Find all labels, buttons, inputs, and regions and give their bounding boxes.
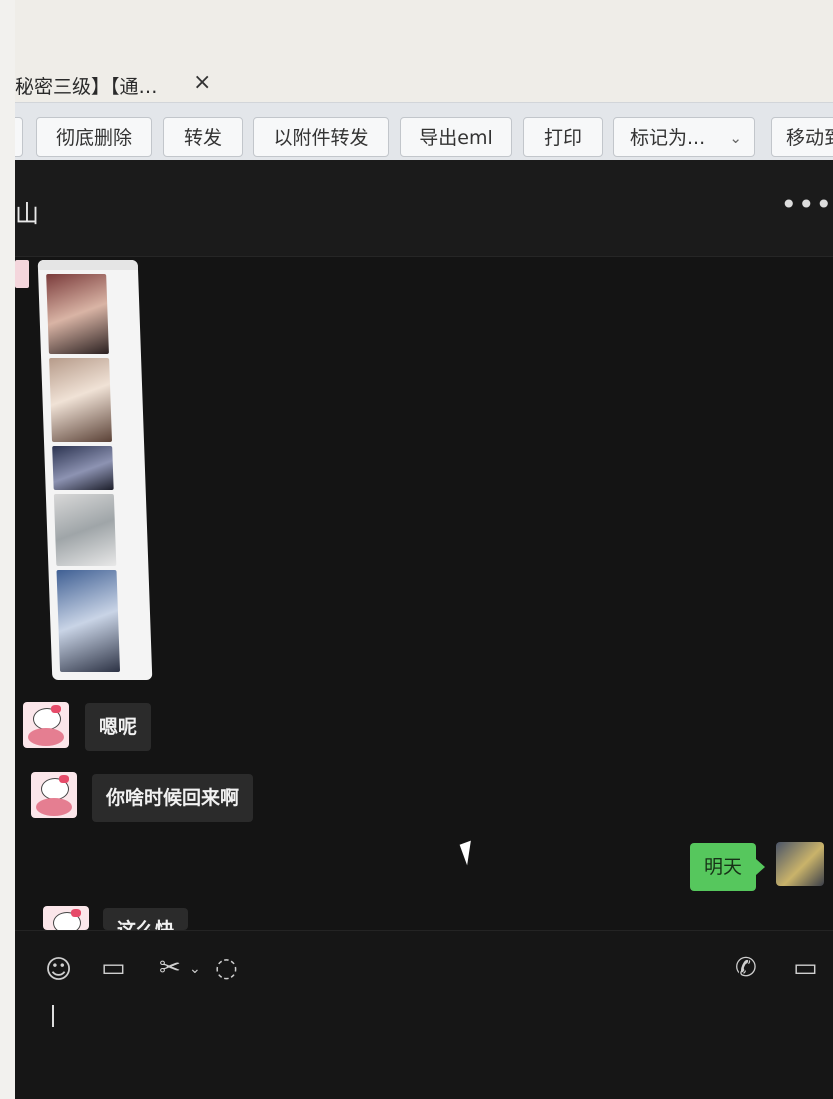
avatar[interactable] — [776, 842, 824, 886]
chat-bubble-icon[interactable]: ◌ — [215, 953, 238, 983]
more-options-icon[interactable]: ••• — [780, 188, 833, 221]
kitty-bow — [51, 705, 61, 713]
print-button[interactable]: 打印 — [523, 117, 603, 157]
avatar[interactable] — [15, 260, 29, 288]
chat-window: 山 ••• 嗯呢 你啥时候回来啊 明天 这么快 ☺ ▭ ✂ ⌄ ◌ ✆ ▭ — [15, 160, 833, 1099]
toolbar-button-partial[interactable] — [15, 117, 23, 157]
delete-permanently-button[interactable]: 彻底删除 — [36, 117, 152, 157]
chat-header: 山 ••• — [15, 160, 833, 257]
mark-as-dropdown[interactable]: 标记为... ⌄ — [613, 117, 755, 157]
video-icon[interactable]: ▭ — [793, 953, 818, 983]
collage-header — [37, 260, 139, 270]
tab-title[interactable]: 秘密三级】【通… — [15, 72, 158, 99]
message-bubble-incoming[interactable]: 这么快 — [103, 908, 189, 930]
message-bubble-incoming[interactable]: 嗯呢 — [85, 703, 152, 751]
mouse-cursor — [459, 840, 479, 866]
photo-thumbnail — [52, 446, 114, 490]
avatar[interactable] — [43, 906, 89, 930]
kitty-bow — [71, 909, 81, 917]
chevron-down-icon[interactable]: ⌄ — [189, 961, 201, 977]
folder-icon[interactable]: ▭ — [101, 953, 126, 983]
kitty-body — [36, 798, 72, 816]
forward-as-attachment-button[interactable]: 以附件转发 — [253, 117, 389, 157]
photo-thumbnail — [46, 274, 109, 354]
avatar[interactable] — [31, 772, 77, 818]
forward-button[interactable]: 转发 — [163, 117, 243, 157]
scissors-icon[interactable]: ✂ — [159, 953, 181, 983]
chevron-down-icon: ⌄ — [729, 129, 742, 147]
kitty-body — [28, 728, 64, 746]
photo-thumbnail — [53, 494, 117, 566]
tab-strip: 秘密三级】【通… × — [15, 0, 833, 102]
image-collage-message[interactable] — [37, 260, 153, 680]
photo-thumbnail — [56, 570, 121, 672]
avatar[interactable] — [23, 702, 69, 748]
mark-as-label: 标记为... — [630, 127, 706, 149]
emoji-icon[interactable]: ☺ — [45, 955, 72, 985]
mail-toolbar: 彻底删除 转发 以附件转发 导出eml 打印 标记为... ⌄ 移动到 — [15, 102, 833, 161]
move-to-button[interactable]: 移动到 — [771, 117, 833, 157]
photo-thumbnail — [49, 358, 113, 442]
kitty-bow — [59, 775, 69, 783]
export-eml-button[interactable]: 导出eml — [400, 117, 512, 157]
phone-icon[interactable]: ✆ — [735, 953, 757, 983]
tab-close-icon[interactable]: × — [193, 70, 211, 95]
message-composer: ☺ ▭ ✂ ⌄ ◌ ✆ ▭ — [15, 930, 833, 1099]
screen-photo: 秘密三级】【通… × 彻底删除 转发 以附件转发 导出eml 打印 标记为...… — [15, 0, 833, 1099]
message-bubble-incoming[interactable]: 你啥时候回来啊 — [92, 774, 254, 822]
message-bubble-outgoing[interactable]: 明天 — [690, 843, 766, 891]
contact-name: 山 — [15, 200, 39, 228]
text-caret[interactable] — [52, 1005, 54, 1027]
